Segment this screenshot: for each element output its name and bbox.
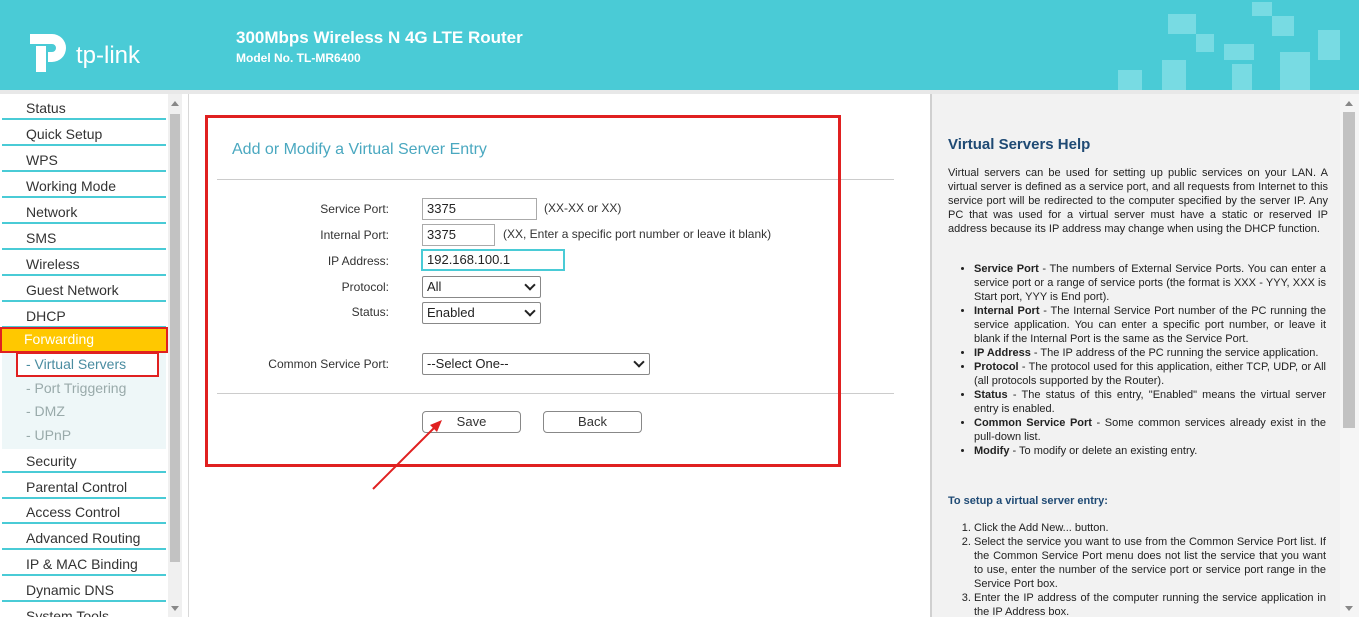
help-bullet-text: - The status of this entry, "Enabled" me… — [974, 389, 1326, 415]
help-bullet-term: Service Port — [974, 263, 1039, 275]
help-intro: Virtual servers can be used for setting … — [948, 167, 1328, 235]
help-bullet: IP Address - The IP address of the PC ru… — [974, 346, 1326, 360]
help-step: Select the service you want to use from … — [974, 535, 1326, 591]
help-step: Click the Add New... button. — [974, 521, 1326, 535]
help-bullet-term: Modify — [974, 445, 1010, 457]
help-bullet-term: Status — [974, 389, 1008, 401]
help-bullets: Service Port - The numbers of External S… — [974, 262, 1326, 458]
help-bullet-text: - To modify or delete an existing entry. — [1009, 445, 1198, 457]
help-bullet-term: IP Address — [974, 347, 1031, 359]
help-bullet: Internal Port - The Internal Service Por… — [974, 304, 1326, 346]
help-bullet-text: - The protocol used for this application… — [974, 361, 1326, 387]
help-steps: Click the Add New... button. Select the … — [974, 521, 1326, 617]
scroll-down-icon[interactable] — [1345, 606, 1353, 611]
help-bullet: Status - The status of this entry, "Enab… — [974, 388, 1326, 416]
help-bullet-text: - The IP address of the PC running the s… — [1030, 347, 1319, 359]
help-bullet: Common Service Port - Some common servic… — [974, 416, 1326, 444]
help-bullet-term: Common Service Port — [974, 417, 1092, 429]
help-bullet: Modify - To modify or delete an existing… — [974, 444, 1326, 458]
help-bullet: Protocol - The protocol used for this ap… — [974, 360, 1326, 388]
help-step: Enter the IP address of the computer run… — [974, 591, 1326, 617]
help-bullet-term: Internal Port — [974, 305, 1040, 317]
help-bullet-term: Protocol — [974, 361, 1019, 373]
help-title: Virtual Servers Help — [948, 136, 1091, 153]
help-setup-title: To setup a virtual server entry: — [948, 495, 1108, 507]
help-bullet: Service Port - The numbers of External S… — [974, 262, 1326, 304]
scroll-up-icon[interactable] — [1345, 101, 1353, 106]
help-scrollbar-thumb[interactable] — [1343, 112, 1355, 428]
help-panel: Virtual Servers Help Virtual servers can… — [930, 94, 1340, 617]
